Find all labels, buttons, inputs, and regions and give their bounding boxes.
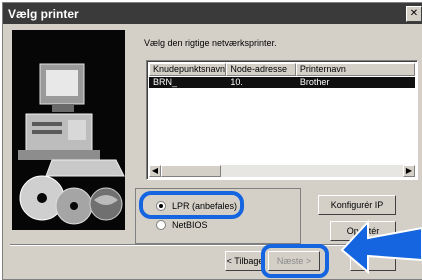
scroll-left-icon[interactable]: ◀	[149, 165, 161, 177]
wizard-artwork	[12, 30, 125, 230]
scroll-right-icon[interactable]: ▶	[403, 165, 415, 177]
close-icon[interactable]: ✕	[406, 6, 422, 22]
column-header-node-name[interactable]: Knudepunktsnavn	[149, 63, 227, 76]
radio-netbios-label: NetBIOS	[172, 220, 208, 230]
printer-list[interactable]: Knudepunktsnavn Node-adresse Printernavn…	[146, 60, 418, 180]
radio-unchecked-icon[interactable]	[156, 220, 166, 230]
cell-printer-name: Brother	[299, 77, 330, 87]
horizontal-scrollbar[interactable]: ◀ ▶	[149, 165, 415, 177]
back-button[interactable]: < Tilbage	[225, 251, 265, 271]
next-highlight-box	[261, 244, 329, 278]
column-header-printer-name[interactable]: Printernavn	[295, 63, 415, 76]
window-title: Vælg printer	[8, 7, 79, 21]
column-header-node-address[interactable]: Node-adresse	[226, 63, 296, 76]
cell-node-name: BRN_	[153, 77, 178, 87]
title-bar: Vælg printer ✕	[3, 3, 422, 24]
pointer-arrow-icon	[340, 219, 422, 275]
table-row[interactable]: BRN_ 10. Brother	[149, 77, 415, 88]
cell-node-address: 10.	[230, 77, 243, 87]
lpr-highlight-box	[139, 191, 244, 219]
list-header: Knudepunktsnavn Node-adresse Printernavn	[149, 63, 415, 76]
scroll-thumb[interactable]	[161, 165, 221, 177]
radio-netbios[interactable]: NetBIOS	[156, 220, 208, 230]
instruction-text: Vælg den rigtige netværksprinter.	[144, 38, 277, 48]
